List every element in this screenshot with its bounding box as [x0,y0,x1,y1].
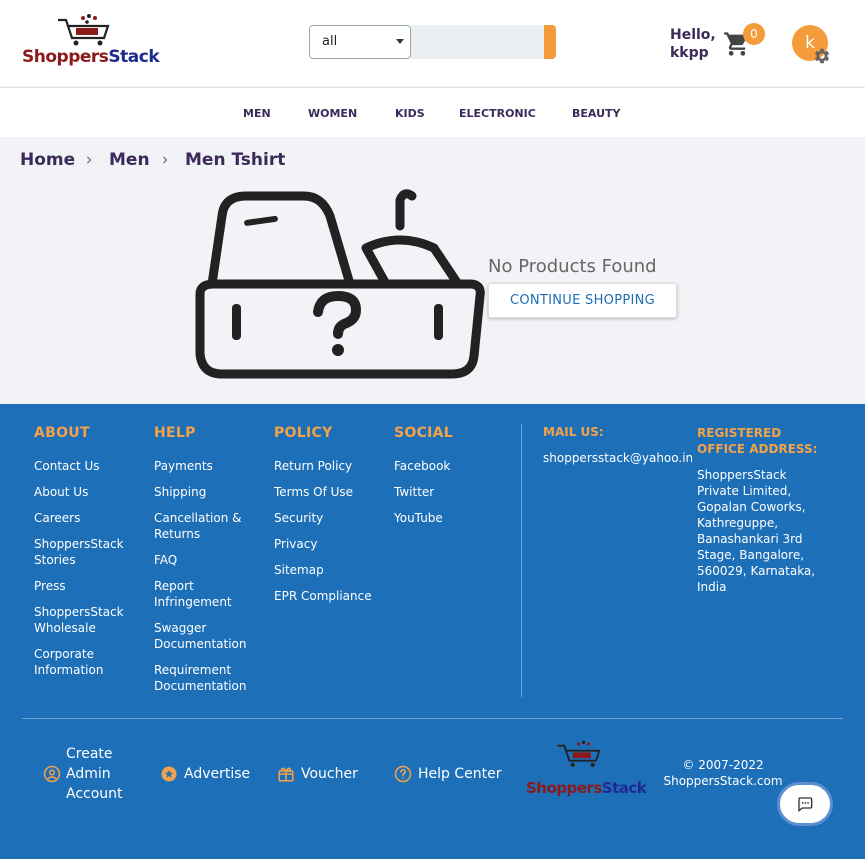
star-icon [161,766,177,782]
footer-mail-email[interactable]: shoppersstack@yahoo.in [543,451,693,465]
footer: ABOUT Contact Us About Us Careers Shoppe… [0,404,865,859]
copyright-years: © 2007-2022 [682,758,764,772]
nav-item-electronic[interactable]: ELECTRONIC [459,107,536,120]
chevron-right-icon [87,156,92,164]
footer-link-contact-us[interactable]: Contact Us [34,458,134,474]
logo-word-stack: Stack [601,779,647,797]
gear-icon[interactable] [813,47,831,65]
footer-logo[interactable]: ShoppersStack [526,739,647,809]
logo[interactable]: ShoppersStack [22,14,160,72]
help-center-link[interactable]: Help Center [418,766,502,782]
search-category-value: all [322,34,338,49]
footer-link-faq[interactable]: FAQ [154,552,254,568]
advertise-link[interactable]: Advertise [184,766,250,782]
empty-state-title: No Products Found [488,256,657,277]
footer-social-links: Facebook Twitter YouTube [394,458,494,536]
greeting: Hello, kkpp [670,26,716,62]
footer-link-security[interactable]: Security [274,510,374,526]
footer-link-swagger[interactable]: Swagger Documentation [154,620,254,652]
chevron-right-icon [163,156,168,164]
copyright-site: ShoppersStack.com [663,774,783,788]
footer-link-about-us[interactable]: About Us [34,484,134,500]
copyright: © 2007-2022 ShoppersStack.com [662,757,784,789]
header: ShoppersStack all Hello, kkpp 0 k [0,0,865,86]
footer-policy-heading: POLICY [274,425,333,441]
footer-social-heading: SOCIAL [394,425,454,441]
footer-about-heading: ABOUT [34,425,90,441]
breadcrumb-men-tshirt: Men Tshirt [185,150,286,170]
nav-item-beauty[interactable]: BEAUTY [572,107,620,120]
footer-link-stories[interactable]: ShoppersStack Stories [34,536,134,568]
footer-divider [521,424,522,697]
logo-word-shoppers: Shoppers [526,779,602,797]
footer-link-return-policy[interactable]: Return Policy [274,458,374,474]
footer-link-corporate-info[interactable]: Corporate Information [34,646,134,678]
logo-word-stack: Stack [108,47,160,67]
logo-word-shoppers: Shoppers [22,47,109,67]
chevron-down-icon [396,39,404,44]
footer-help-links: Payments Shipping Cancellation & Returns… [154,458,254,704]
footer-link-epr[interactable]: EPR Compliance [274,588,374,604]
help-circle-icon [394,765,412,783]
nav-item-men[interactable]: MEN [243,107,271,120]
cart-logo-icon [557,740,601,767]
cart-count-badge: 0 [743,23,765,45]
logo-text: ShoppersStack [22,47,160,67]
footer-mail-heading: MAIL US: [543,425,604,439]
footer-about-links: Contact Us About Us Careers ShoppersStac… [34,458,134,688]
continue-shopping-button[interactable]: CONTINUE SHOPPING [488,283,677,318]
user-circle-icon [43,765,61,783]
footer-address-text: ShoppersStack Private Limited, Gopalan C… [697,468,816,594]
nav-item-kids[interactable]: KIDS [395,107,425,120]
footer-link-privacy[interactable]: Privacy [274,536,374,552]
footer-link-shipping[interactable]: Shipping [154,484,254,500]
search-category-select[interactable]: all [309,25,411,59]
nav-item-women[interactable]: WOMEN [308,107,357,120]
footer-link-twitter[interactable]: Twitter [394,484,494,500]
footer-link-careers[interactable]: Careers [34,510,134,526]
footer-link-report[interactable]: Report Infringement [154,578,254,610]
footer-link-sitemap[interactable]: Sitemap [274,562,374,578]
footer-link-facebook[interactable]: Facebook [394,458,494,474]
breadcrumb-men[interactable]: Men [109,150,150,170]
footer-link-terms[interactable]: Terms Of Use [274,484,374,500]
breadcrumb-home[interactable]: Home [20,150,75,170]
category-nav: MEN WOMEN KIDS ELECTRONIC BEAUTY [0,87,865,137]
create-admin-account-link[interactable]: Create Admin Account [66,744,130,804]
search-input[interactable] [411,25,544,59]
footer-link-press[interactable]: Press [34,578,134,594]
footer-link-payments[interactable]: Payments [154,458,254,474]
footer-link-youtube[interactable]: YouTube [394,510,494,526]
empty-box-icon [195,189,485,379]
footer-divider [22,718,843,719]
chat-icon [798,797,813,812]
footer-help-heading: HELP [154,425,196,441]
voucher-link[interactable]: Voucher [301,766,358,782]
chat-button[interactable] [777,782,833,826]
greeting-hello: Hello, [670,27,716,43]
footer-policy-links: Return Policy Terms Of Use Security Priv… [274,458,374,614]
footer-link-requirement[interactable]: Requirement Documentation [154,662,254,694]
cart-logo-icon [58,14,110,46]
greeting-username: kkpp [670,45,709,61]
footer-logo-text: ShoppersStack [526,779,647,797]
footer-link-cancellation[interactable]: Cancellation & Returns [154,510,254,542]
footer-link-wholesale[interactable]: ShoppersStack Wholesale [34,604,134,636]
search-button[interactable] [544,25,556,59]
footer-address-heading: REGISTERED OFFICE ADDRESS: [697,426,818,456]
gift-icon [278,767,294,782]
